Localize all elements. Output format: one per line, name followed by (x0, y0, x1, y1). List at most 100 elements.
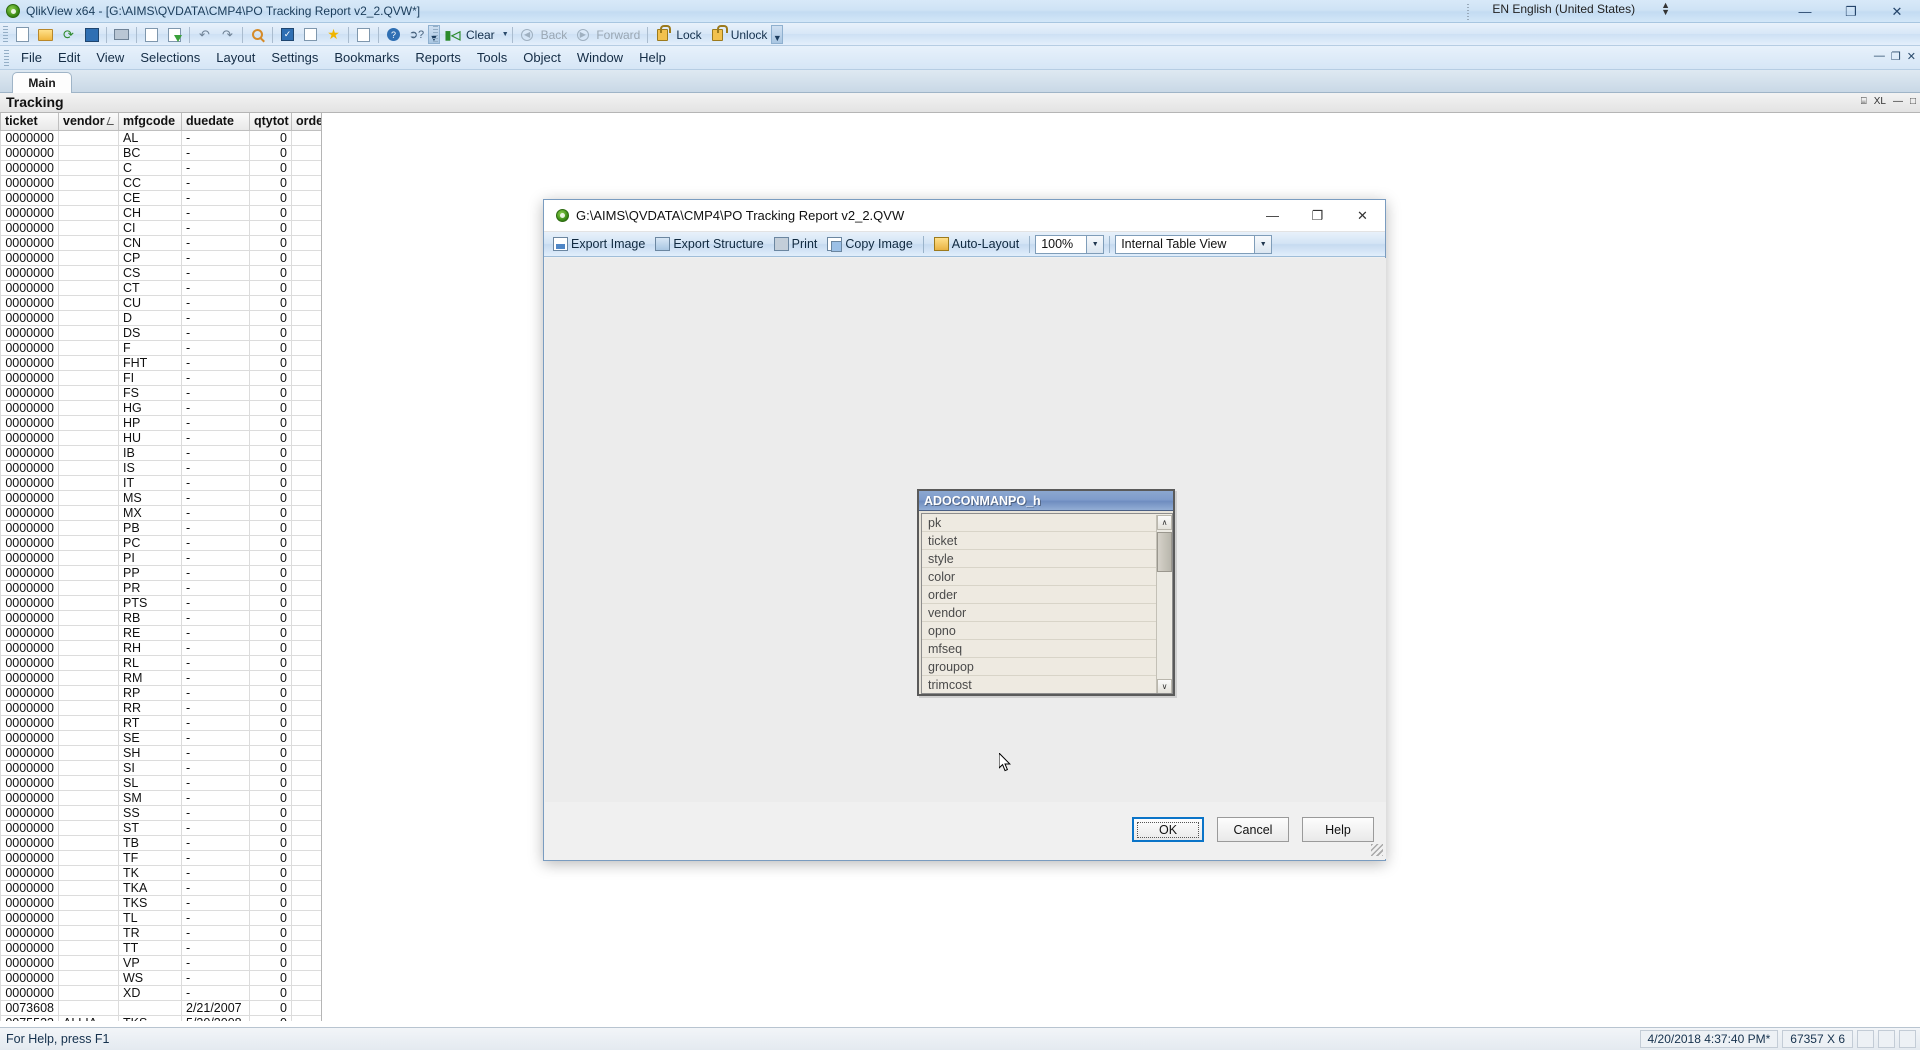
table-cell-duedate[interactable]: - (181, 849, 250, 866)
table-cell-vendor[interactable] (58, 384, 119, 401)
table-cell-duedate[interactable]: - (181, 864, 250, 881)
table-row[interactable]: 0000000 F -0 (0, 339, 321, 356)
table-cell-mfgcode[interactable]: IB (118, 444, 182, 461)
table-cell-ticket[interactable]: 0000000 (0, 519, 59, 536)
table-cell-mfgcode[interactable]: RH (118, 639, 182, 656)
table-cell-ticket[interactable]: 0000000 (0, 969, 59, 986)
table-cell-duedate[interactable]: - (181, 744, 250, 761)
table-row[interactable]: 0000000 CN -0 (0, 234, 321, 251)
table-cell-ticket[interactable]: 0000000 (0, 309, 59, 326)
table-cell-order[interactable] (291, 369, 321, 386)
table-cell-mfgcode[interactable]: CH (118, 204, 182, 221)
table-cell-duedate[interactable]: - (181, 579, 250, 596)
table-cell-duedate[interactable]: - (181, 954, 250, 971)
table-cell-ticket[interactable]: 0000000 (0, 654, 59, 671)
window-minimize-button[interactable]: — (1782, 0, 1828, 23)
table-node-field-list[interactable]: pk ticket style color order vendor opno mfseq gr… (921, 513, 1173, 694)
table-cell-order[interactable] (291, 639, 321, 656)
clear-icon[interactable]: ▮◁ (442, 25, 463, 44)
table-row[interactable]: 0000000 PB -0 (0, 519, 321, 536)
table-cell-qtytot[interactable]: 0 (249, 429, 292, 446)
table-cell-vendor[interactable] (58, 564, 119, 581)
table-cell-order[interactable] (291, 579, 321, 596)
table-cell-ticket[interactable]: 0000000 (0, 714, 59, 731)
table-cell-ticket[interactable]: 0000000 (0, 759, 59, 776)
table-cell-qtytot[interactable]: 0 (249, 984, 292, 1001)
table-cell-duedate[interactable]: - (181, 909, 250, 926)
table-row[interactable]: 0000000 MS -0 (0, 489, 321, 506)
table-cell-order[interactable] (291, 219, 321, 236)
table-cell-order[interactable] (291, 234, 321, 251)
table-cell-duedate[interactable]: - (181, 384, 250, 401)
table-cell-duedate[interactable]: - (181, 759, 250, 776)
table-cell-vendor[interactable] (58, 774, 119, 791)
table-cell-ticket[interactable]: 0000000 (0, 534, 59, 551)
edit-script-icon[interactable] (141, 25, 162, 44)
table-cell-qtytot[interactable]: 0 (249, 519, 292, 536)
table-cell-duedate[interactable]: - (181, 264, 250, 281)
table-cell-duedate[interactable]: - (181, 609, 250, 626)
table-cell-duedate[interactable]: - (181, 144, 250, 161)
table-row[interactable]: 0000000 CT -0 (0, 279, 321, 296)
table-cell-qtytot[interactable]: 0 (249, 249, 292, 266)
table-cell-qtytot[interactable]: 0 (249, 369, 292, 386)
menu-item-window[interactable]: Window (569, 47, 631, 68)
table-cell-qtytot[interactable]: 0 (249, 954, 292, 971)
table-cell-duedate[interactable]: - (181, 984, 250, 1001)
column-header-vendor[interactable]: vendor (58, 113, 119, 131)
table-cell-order[interactable] (291, 354, 321, 371)
table-cell-duedate[interactable]: - (181, 219, 250, 236)
table-cell-mfgcode[interactable]: CS (118, 264, 182, 281)
table-cell-ticket[interactable]: 0000000 (0, 144, 59, 161)
table-cell-order[interactable] (291, 294, 321, 311)
table-cell-duedate[interactable]: - (181, 729, 250, 746)
design-grid-icon[interactable] (353, 25, 374, 44)
table-cell-mfgcode[interactable]: CI (118, 219, 182, 236)
table-cell-order[interactable] (291, 789, 321, 806)
lock-button-label[interactable]: Lock (676, 28, 705, 42)
mdi-close-button[interactable]: ✕ (1907, 50, 1916, 63)
table-cell-mfgcode[interactable]: DS (118, 324, 182, 341)
table-cell-order[interactable] (291, 309, 321, 326)
table-cell-order[interactable] (291, 564, 321, 581)
table-cell-qtytot[interactable]: 0 (249, 669, 292, 686)
window-close-button[interactable]: ✕ (1874, 0, 1920, 23)
table-cell-qtytot[interactable]: 0 (249, 579, 292, 596)
table-cell-vendor[interactable] (58, 459, 119, 476)
table-cell-vendor[interactable] (58, 264, 119, 281)
table-cell-duedate[interactable]: - (181, 369, 250, 386)
menu-item-layout[interactable]: Layout (208, 47, 263, 68)
scroll-down-button[interactable]: ∨ (1157, 679, 1172, 693)
table-cell-qtytot[interactable]: 0 (249, 264, 292, 281)
table-cell-ticket[interactable]: 0000000 (0, 834, 59, 851)
table-row[interactable]: 0000000 CP -0 (0, 249, 321, 266)
dialog-maximize-button[interactable]: ❐ (1295, 200, 1340, 232)
table-cell-vendor[interactable] (58, 204, 119, 221)
table-cell-duedate[interactable]: - (181, 969, 250, 986)
table-row[interactable]: 0000000 ST -0 (0, 819, 321, 836)
table-cell-order[interactable] (291, 729, 321, 746)
table-cell-order[interactable] (291, 144, 321, 161)
table-cell-mfgcode[interactable]: RM (118, 669, 182, 686)
table-cell-ticket[interactable]: 0000000 (0, 474, 59, 491)
table-cell-duedate[interactable]: - (181, 534, 250, 551)
table-cell-ticket[interactable]: 0000000 (0, 249, 59, 266)
menu-item-file[interactable]: File (13, 47, 50, 68)
unlock-icon[interactable] (707, 24, 728, 44)
table-cell-mfgcode[interactable]: ST (118, 819, 182, 836)
table-node-field[interactable]: groupop (922, 658, 1156, 676)
table-cell-qtytot[interactable]: 0 (249, 549, 292, 566)
table-cell-vendor[interactable] (58, 279, 119, 296)
table-cell-mfgcode[interactable]: TKA (118, 879, 182, 896)
table-cell-duedate[interactable]: - (181, 654, 250, 671)
table-cell-duedate[interactable]: - (181, 804, 250, 821)
print-icon[interactable] (111, 25, 132, 44)
auto-layout-button[interactable]: Auto-Layout (929, 234, 1024, 255)
table-row[interactable]: 0000000 C -0 (0, 159, 321, 176)
table-cell-mfgcode[interactable]: TKS (118, 1014, 182, 1021)
table-cell-mfgcode[interactable]: SH (118, 744, 182, 761)
table-cell-duedate[interactable]: - (181, 174, 250, 191)
table-row[interactable]: 0000000 CC -0 (0, 174, 321, 191)
table-row[interactable]: 0000000 RM -0 (0, 669, 321, 686)
table-cell-duedate[interactable]: - (181, 669, 250, 686)
